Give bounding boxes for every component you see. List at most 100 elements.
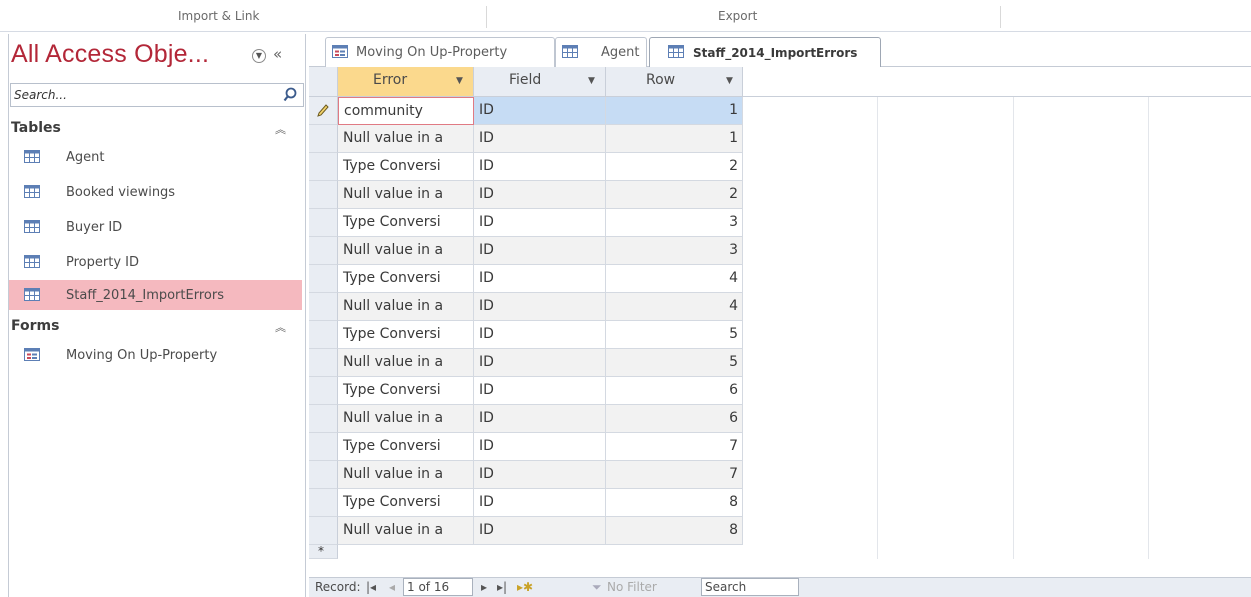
cell-row[interactable]: 3 <box>606 209 743 237</box>
cell-row[interactable]: 2 <box>606 153 743 181</box>
next-record-icon[interactable]: ▸ <box>481 580 487 594</box>
cell-field[interactable]: ID <box>474 461 606 489</box>
nav-item-buyer-id[interactable]: Buyer ID <box>9 212 302 242</box>
cell-field[interactable]: ID <box>474 433 606 461</box>
record-selector[interactable] <box>309 181 338 209</box>
chevron-up-icon[interactable]: ︽ <box>275 121 286 137</box>
record-selector[interactable] <box>309 377 338 405</box>
cell-row[interactable]: 4 <box>606 265 743 293</box>
previous-record-icon[interactable]: ◂ <box>389 580 395 594</box>
nav-pane-title[interactable]: All Access Obje... <box>11 40 209 69</box>
cell-error[interactable]: Null value in a <box>338 461 474 489</box>
nav-item-staff-2014-importerrors[interactable]: Staff_2014_ImportErrors <box>9 280 302 310</box>
nav-group-tables[interactable]: Tables ︽ <box>9 118 305 140</box>
record-selector[interactable] <box>309 153 338 181</box>
cell-row[interactable]: 6 <box>606 405 743 433</box>
cell-field[interactable]: ID <box>474 517 606 545</box>
collapse-pane-icon[interactable]: « <box>273 45 282 63</box>
chevron-down-icon[interactable]: ▼ <box>588 76 595 86</box>
cell-field[interactable]: ID <box>474 125 606 153</box>
cell-row[interactable]: 2 <box>606 181 743 209</box>
cell-row[interactable]: 1 <box>606 125 743 153</box>
record-selector[interactable] <box>309 321 338 349</box>
cell-field[interactable]: ID <box>474 209 606 237</box>
record-selector[interactable] <box>309 517 338 545</box>
cell-error[interactable]: Null value in a <box>338 517 474 545</box>
record-selector[interactable] <box>309 293 338 321</box>
search-placeholder[interactable]: Search... <box>14 88 67 102</box>
record-selector[interactable] <box>309 265 338 293</box>
chevron-down-icon[interactable]: ▼ <box>726 76 733 86</box>
cell-row[interactable]: 5 <box>606 321 743 349</box>
cell-error[interactable]: Type Conversi <box>338 433 474 461</box>
record-selector[interactable] <box>309 97 338 125</box>
cell-field[interactable]: ID <box>474 377 606 405</box>
chevron-up-icon[interactable]: ︽ <box>275 319 286 335</box>
cell-error[interactable]: Type Conversi <box>338 265 474 293</box>
record-selector[interactable] <box>309 405 338 433</box>
cell-row[interactable]: 7 <box>606 433 743 461</box>
cell-field[interactable]: ID <box>474 321 606 349</box>
cell-error[interactable]: Null value in a <box>338 237 474 265</box>
nav-item-property-id[interactable]: Property ID <box>9 247 302 277</box>
nav-item-agent[interactable]: Agent <box>9 142 302 172</box>
cell-field[interactable]: ID <box>474 489 606 517</box>
cell-error[interactable]: Null value in a <box>338 181 474 209</box>
nav-item-booked-viewings[interactable]: Booked viewings <box>9 177 302 207</box>
cell-field[interactable]: ID <box>474 237 606 265</box>
cell-field[interactable]: ID <box>474 265 606 293</box>
search-icon[interactable] <box>283 87 297 107</box>
filter-status[interactable]: No Filter <box>607 580 657 594</box>
cell-row[interactable]: 6 <box>606 377 743 405</box>
cell-error[interactable]: Type Conversi <box>338 153 474 181</box>
record-selector[interactable] <box>309 209 338 237</box>
column-header-field[interactable]: Field ▼ <box>474 67 606 97</box>
record-selector[interactable] <box>309 237 338 265</box>
tab-staff-2014-importerrors[interactable]: Staff_2014_ImportErrors <box>649 37 881 68</box>
record-selector[interactable] <box>309 433 338 461</box>
cell-row[interactable]: 1 <box>606 97 743 125</box>
cell-field[interactable]: ID <box>474 349 606 377</box>
chevron-down-icon[interactable]: ▼ <box>252 49 266 63</box>
last-record-icon[interactable]: ▸| <box>497 580 507 594</box>
search-input[interactable]: Search <box>701 578 799 596</box>
cell-field[interactable]: ID <box>474 405 606 433</box>
cell-field[interactable]: ID <box>474 293 606 321</box>
cell-row[interactable]: 3 <box>606 237 743 265</box>
record-selector[interactable] <box>309 489 338 517</box>
cell-row[interactable]: 5 <box>606 349 743 377</box>
filter-icon[interactable]: ⏷ <box>592 580 602 595</box>
record-selector[interactable] <box>309 349 338 377</box>
new-record-selector[interactable]: * <box>309 544 338 559</box>
cell-error[interactable]: Type Conversi <box>338 321 474 349</box>
cell-row[interactable]: 8 <box>606 489 743 517</box>
cell-error[interactable]: Type Conversi <box>338 209 474 237</box>
cell-error[interactable]: community <box>338 97 474 125</box>
cell-field[interactable]: ID <box>474 153 606 181</box>
select-all-corner[interactable] <box>309 67 338 97</box>
cell-error[interactable]: Type Conversi <box>338 489 474 517</box>
cell-row[interactable]: 7 <box>606 461 743 489</box>
new-record-icon[interactable]: ▸✱ <box>517 580 533 594</box>
nav-item-moving-on-up-property[interactable]: Moving On Up-Property <box>9 340 302 370</box>
first-record-icon[interactable]: |◂ <box>366 580 376 594</box>
tab-moving-on-up-property[interactable]: Moving On Up-Property <box>325 37 555 67</box>
cell-error[interactable]: Null value in a <box>338 405 474 433</box>
chevron-down-icon[interactable]: ▼ <box>456 76 463 86</box>
cell-error[interactable]: Null value in a <box>338 125 474 153</box>
cell-row[interactable]: 8 <box>606 517 743 545</box>
cell-error[interactable]: Type Conversi <box>338 377 474 405</box>
cell-error[interactable]: Null value in a <box>338 349 474 377</box>
nav-group-forms[interactable]: Forms ︽ <box>9 316 305 338</box>
tab-agent[interactable]: Agent <box>555 37 647 67</box>
cell-field[interactable]: ID <box>474 181 606 209</box>
column-header-row[interactable]: Row ▼ <box>606 67 743 97</box>
nav-search-input[interactable]: Search... <box>10 83 304 107</box>
cell-field[interactable]: ID <box>474 97 606 125</box>
cell-error[interactable]: Null value in a <box>338 293 474 321</box>
column-header-error[interactable]: Error ▼ <box>338 67 474 97</box>
current-record-input[interactable]: 1 of 16 <box>403 578 473 596</box>
record-selector[interactable] <box>309 125 338 153</box>
cell-row[interactable]: 4 <box>606 293 743 321</box>
nav-pane-header[interactable]: All Access Obje... ▼ « <box>9 34 305 76</box>
